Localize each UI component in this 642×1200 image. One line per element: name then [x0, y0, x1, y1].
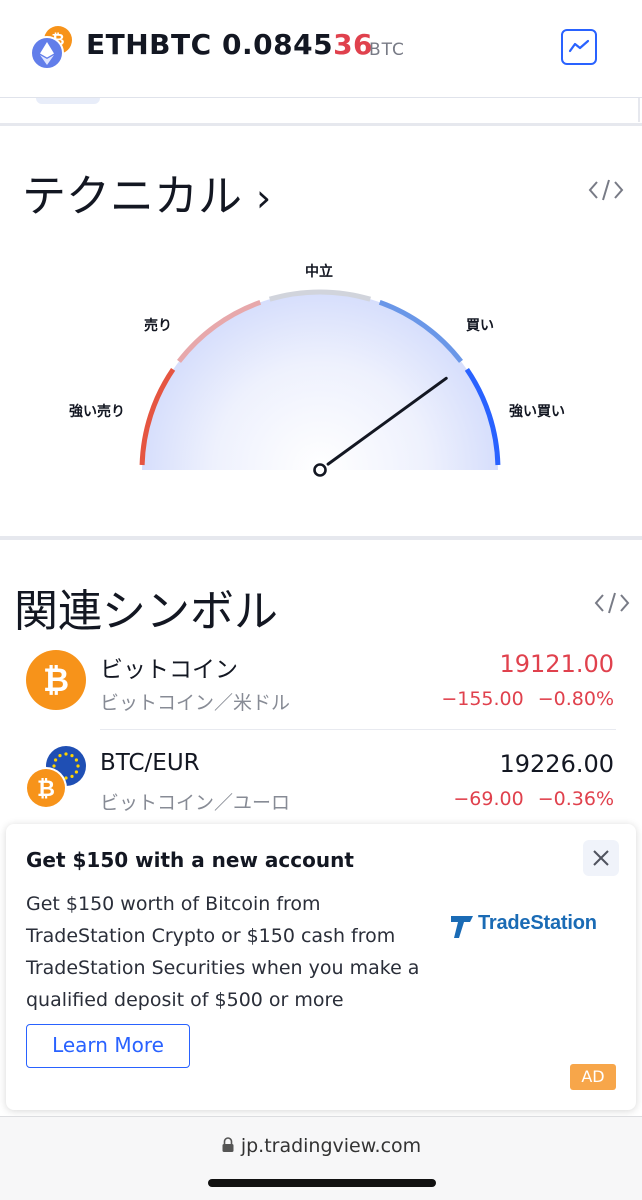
technicals-title-text: テクニカル: [22, 171, 242, 222]
change-value: −69.00: [453, 788, 524, 810]
chart-button[interactable]: [561, 29, 597, 65]
pair-logo: ₿: [30, 26, 74, 70]
change-percent: −0.36%: [537, 788, 614, 810]
ad-title: Get $150 with a new account: [26, 848, 354, 872]
price-main: 0.0845: [222, 28, 334, 61]
ad-badge: AD: [570, 1064, 616, 1090]
svg-text:₿: ₿: [37, 777, 55, 802]
gauge-needle-hub: [313, 463, 327, 477]
chart-line-icon: [568, 39, 590, 53]
technicals-title[interactable]: テクニカル ›: [22, 160, 271, 224]
url-text: jp.tradingview.com: [240, 1135, 422, 1157]
learn-more-button[interactable]: Learn More: [26, 1024, 190, 1068]
gauge-label-strong-buy[interactable]: 強い買い: [509, 401, 565, 421]
symbol-name: BTC/EUR: [100, 750, 200, 776]
section-divider: [0, 536, 642, 540]
price-unit: BTC: [369, 40, 405, 60]
price-change: −155.00 −0.80%: [441, 688, 614, 710]
lock-icon: [222, 1137, 234, 1152]
previous-section-edge: [0, 98, 642, 126]
symbol-name: ビットコイン: [100, 657, 238, 683]
tab-pill: [36, 98, 100, 104]
gauge-label-sell[interactable]: 売り: [144, 315, 172, 335]
bitcoin-icon: ₿: [25, 767, 67, 809]
btc-eur-pair-icon: ₿: [25, 746, 90, 810]
home-indicator[interactable]: [208, 1179, 436, 1187]
browser-bar: jp.tradingview.com: [0, 1116, 642, 1200]
related-row-btcusd[interactable]: ₿ ビットコイン ビットコイン／米ドル 19121.00 −155.00 −0.8…: [0, 650, 642, 746]
embed-code-icon[interactable]: [588, 178, 624, 202]
address-bar[interactable]: jp.tradingview.com: [0, 1135, 642, 1157]
symbol-description: ビットコイン／ユーロ: [100, 792, 291, 814]
gauge-label-buy[interactable]: 買い: [466, 315, 494, 335]
last-price: 19121.00: [499, 650, 614, 678]
tradestation-mark-icon: [451, 916, 473, 938]
bitcoin-icon: ₿: [26, 650, 86, 710]
chevron-right-icon: ›: [256, 176, 272, 220]
close-ad-button[interactable]: [583, 840, 619, 876]
symbol-description: ビットコイン／米ドル: [100, 692, 291, 714]
close-icon: [593, 850, 609, 866]
section-edge: [638, 98, 640, 122]
change-percent: −0.80%: [537, 688, 614, 710]
tradestation-logo[interactable]: TradeStation: [450, 910, 620, 944]
last-price: 19226.00: [499, 750, 614, 778]
ad-brand: TradeStation: [478, 912, 597, 934]
price-highlight: 36: [333, 28, 374, 61]
gauge-label-neutral[interactable]: 中立: [305, 261, 333, 281]
change-value: −155.00: [441, 688, 524, 710]
ad-banner[interactable]: Get $150 with a new account Get $150 wor…: [6, 824, 636, 1110]
svg-text:₿: ₿: [43, 661, 69, 699]
symbol-header: ₿ ETHBTC 0.084536 BTC: [0, 0, 642, 98]
row-divider: [100, 729, 616, 730]
last-price: 0.084536: [222, 28, 373, 61]
symbol-name: ETHBTC: [86, 28, 212, 61]
gauge-label-strong-sell[interactable]: 強い売り: [69, 401, 125, 421]
embed-code-icon[interactable]: [594, 591, 630, 615]
price-change: −69.00 −0.36%: [453, 788, 614, 810]
related-symbols-title: 関連シンボル: [14, 586, 278, 637]
ad-body: Get $150 worth of Bitcoin from TradeStat…: [26, 893, 420, 1011]
ethereum-icon: [30, 36, 64, 70]
